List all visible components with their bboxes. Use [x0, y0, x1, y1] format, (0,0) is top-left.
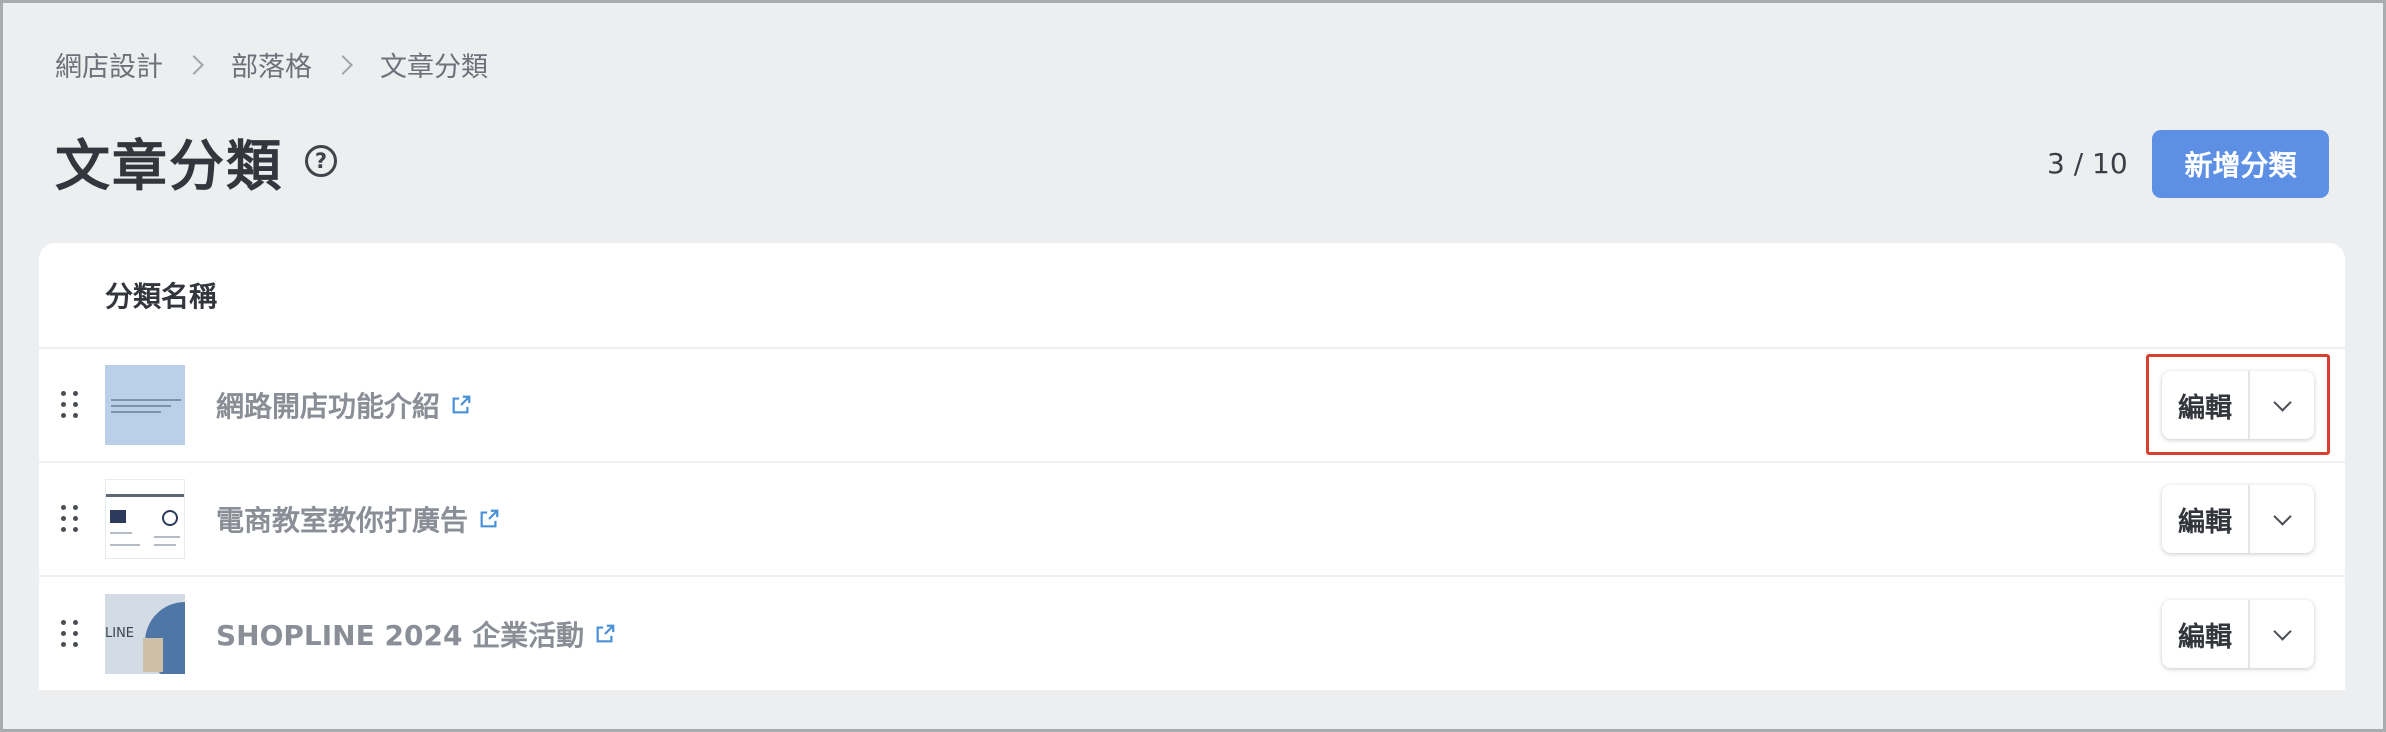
edit-button-group: 編輯: [2162, 371, 2314, 439]
category-title: 網路開店功能介紹: [216, 390, 441, 423]
breadcrumb-item-categories: 文章分類: [380, 52, 488, 83]
breadcrumb-item-store-design[interactable]: 網店設計: [55, 45, 163, 84]
category-thumbnail: LINE: [105, 594, 185, 674]
chevron-down-icon: [2272, 621, 2292, 641]
edit-button-group: 編輯: [2162, 485, 2314, 553]
more-actions-dropdown[interactable]: [2250, 600, 2314, 668]
edit-button[interactable]: 編輯: [2162, 600, 2250, 668]
category-title: 電商教室教你打廣告: [216, 504, 469, 537]
category-thumbnail: [105, 365, 185, 445]
category-count: 3 / 10: [2047, 147, 2128, 180]
table-row: 電商教室教你打廣告 編輯: [39, 463, 2345, 577]
category-table: 分類名稱 網路開店功能介紹 編輯 電商教室教你打廣告 編輯 LINE SHOPL…: [39, 243, 2345, 690]
external-link-icon[interactable]: [478, 508, 500, 530]
edit-button[interactable]: 編輯: [2162, 371, 2250, 439]
category-title-link[interactable]: 電商教室教你打廣告: [216, 499, 500, 539]
app-window: 網店設計 部落格 文章分類 文章分類 ? 3 / 10 新增分類 分類名稱 網路…: [0, 0, 2386, 732]
table-row: 網路開店功能介紹 編輯: [39, 349, 2345, 463]
breadcrumb-item-blog[interactable]: 部落格: [231, 45, 312, 84]
table-row: LINE SHOPLINE 2024 企業活動 編輯: [39, 577, 2345, 690]
more-actions-dropdown[interactable]: [2250, 371, 2314, 439]
category-title: SHOPLINE 2024 企業活動: [216, 619, 585, 652]
add-category-button[interactable]: 新增分類: [2152, 130, 2329, 198]
more-actions-dropdown[interactable]: [2250, 485, 2314, 553]
question-circle-icon[interactable]: ?: [305, 145, 338, 177]
drag-handle-icon[interactable]: [61, 505, 79, 533]
edit-button[interactable]: 編輯: [2162, 485, 2250, 553]
drag-handle-icon[interactable]: [61, 391, 79, 419]
page-header: 文章分類 ?: [55, 121, 338, 201]
chevron-down-icon: [2272, 506, 2292, 526]
external-link-icon[interactable]: [594, 623, 616, 645]
page-title: 文章分類: [55, 134, 284, 198]
chevron-right-icon: [333, 54, 353, 75]
category-thumbnail: [105, 479, 185, 559]
edit-button-group: 編輯: [2162, 600, 2314, 668]
drag-handle-icon[interactable]: [61, 620, 79, 648]
category-title-link[interactable]: SHOPLINE 2024 企業活動: [216, 614, 616, 654]
chevron-right-icon: [184, 54, 204, 75]
thumbnail-text: LINE: [105, 626, 135, 641]
chevron-down-icon: [2272, 392, 2292, 412]
category-title-link[interactable]: 網路開店功能介紹: [216, 385, 472, 425]
column-header-category-name: 分類名稱: [39, 243, 2345, 349]
breadcrumb: 網店設計 部落格 文章分類: [55, 45, 488, 84]
external-link-icon[interactable]: [450, 394, 472, 416]
